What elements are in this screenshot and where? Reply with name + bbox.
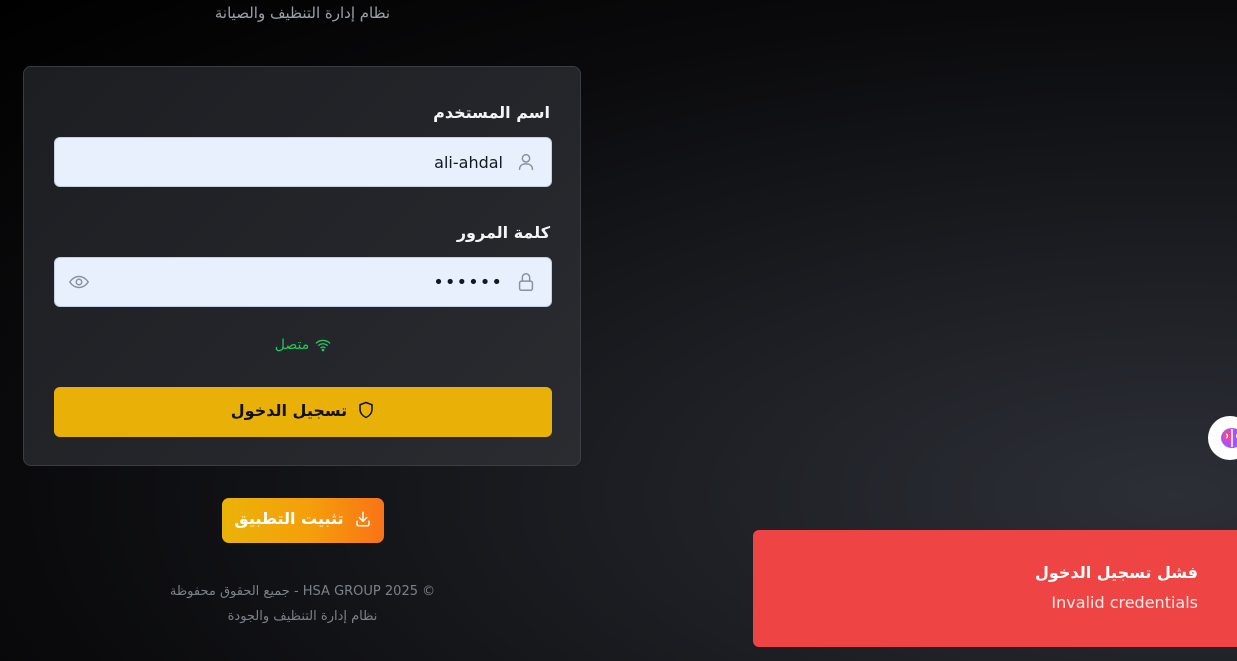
wifi-icon bbox=[315, 339, 331, 352]
username-field-wrapper bbox=[54, 137, 552, 187]
error-toast: فشل تسجيل الدخول Invalid credentials bbox=[753, 530, 1237, 647]
password-input[interactable] bbox=[105, 258, 503, 306]
lock-icon bbox=[518, 273, 534, 291]
password-field-wrapper bbox=[54, 257, 552, 307]
install-app-button[interactable]: تثبيت التطبيق bbox=[222, 498, 384, 543]
username-input[interactable] bbox=[105, 138, 503, 186]
toast-title: فشل تسجيل الدخول bbox=[1035, 563, 1198, 582]
footer-tagline: نظام إدارة التنظيف والجودة bbox=[227, 609, 378, 624]
assistant-widget-button[interactable] bbox=[1208, 416, 1237, 460]
install-app-label: تثبيت التطبيق bbox=[234, 509, 344, 529]
toast-message: Invalid credentials bbox=[1051, 593, 1198, 612]
eye-icon[interactable] bbox=[68, 271, 90, 293]
password-label: كلمة المرور bbox=[456, 223, 550, 242]
login-button-label: تسجيل الدخول bbox=[230, 400, 348, 420]
connection-status-text: متصل bbox=[274, 337, 310, 353]
username-label: اسم المستخدم bbox=[433, 103, 550, 122]
brain-icon bbox=[1221, 428, 1237, 448]
footer-copyright: © HSA GROUP 2025 - جميع الحقوق محفوظة bbox=[169, 584, 436, 599]
login-button[interactable]: تسجيل الدخول bbox=[54, 387, 552, 437]
download-icon bbox=[355, 511, 370, 527]
shield-icon bbox=[359, 402, 373, 419]
page-subtitle: نظام إدارة التنظيف والصيانة bbox=[214, 4, 391, 22]
connection-status: متصل bbox=[24, 337, 582, 353]
user-icon bbox=[518, 153, 534, 171]
login-card: اسم المستخدم كلمة المرور متصل bbox=[23, 66, 581, 466]
